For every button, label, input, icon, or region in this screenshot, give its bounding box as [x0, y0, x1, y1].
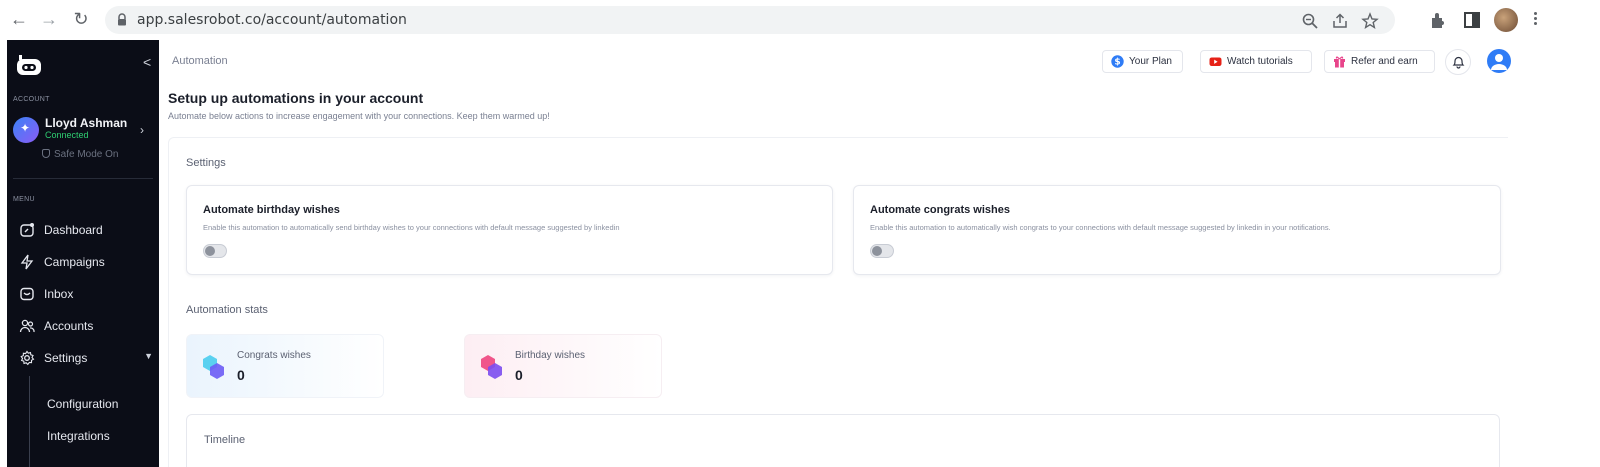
- account-section-label: ACCOUNT: [13, 96, 50, 103]
- user-icon: [1491, 54, 1507, 70]
- browser-menu-icon[interactable]: [1532, 10, 1538, 30]
- page-title: Setup up automations in your account: [168, 90, 424, 106]
- birthday-wishes-stat: Birthday wishes 0: [464, 334, 662, 398]
- extensions-icon[interactable]: [1428, 10, 1448, 30]
- timeline-card: Timeline: [186, 414, 1500, 467]
- submenu-guide-line: [29, 376, 30, 467]
- lock-icon: [118, 13, 126, 26]
- birthday-wishes-count: 0: [515, 367, 523, 383]
- account-status: Connected: [45, 130, 89, 140]
- watch-tutorials-button[interactable]: Watch tutorials: [1200, 50, 1312, 73]
- toggle-knob: [205, 246, 215, 256]
- birthday-card-description: Enable this automation to automatically …: [203, 223, 620, 232]
- sidebar-item-inbox[interactable]: Inbox: [19, 283, 155, 305]
- your-plan-button[interactable]: $ Your Plan: [1102, 50, 1183, 73]
- side-panel-icon[interactable]: [1462, 10, 1482, 30]
- users-icon: [19, 319, 35, 333]
- timeline-title: Timeline: [204, 434, 246, 446]
- bell-icon: [1452, 56, 1465, 69]
- main-content: Automation $ Your Plan Watch tutorials R…: [159, 40, 1511, 467]
- sidebar-item-label: Campaigns: [44, 255, 105, 269]
- notifications-button[interactable]: [1445, 49, 1471, 75]
- back-arrow-icon[interactable]: ←: [8, 8, 30, 30]
- user-profile-button[interactable]: [1487, 49, 1511, 73]
- congrats-wishes-count: 0: [237, 367, 245, 383]
- safe-mode-label: Safe Mode On: [54, 149, 119, 160]
- dollar-icon: $: [1111, 55, 1124, 68]
- youtube-icon: [1209, 57, 1222, 66]
- breadcrumb: Automation: [172, 55, 228, 67]
- forward-arrow-icon[interactable]: →: [38, 8, 60, 30]
- congrats-card-title: Automate congrats wishes: [870, 204, 1010, 216]
- account-name: Lloyd Ashman: [45, 116, 128, 130]
- browser-profile-avatar[interactable]: [1494, 8, 1518, 32]
- sidebar-item-label: Settings: [44, 351, 88, 365]
- sidebar-item-label: Accounts: [44, 319, 94, 333]
- watch-tutorials-label: Watch tutorials: [1227, 56, 1293, 67]
- sidebar-subitem-integrations[interactable]: Integrations: [47, 429, 110, 443]
- automation-stats-title: Automation stats: [186, 304, 268, 316]
- chevron-right-icon: ›: [140, 123, 144, 137]
- gift-icon: [1334, 56, 1345, 68]
- url-text: app.salesrobot.co/account/automation: [137, 12, 407, 28]
- inbox-icon: [20, 287, 34, 301]
- sidebar: < ACCOUNT Lloyd Ashman Connected › Safe …: [7, 40, 159, 467]
- account-switcher[interactable]: Lloyd Ashman Connected ›: [13, 115, 153, 147]
- chevron-down-icon: ▼: [144, 351, 153, 361]
- gear-icon: [20, 350, 35, 366]
- reload-icon[interactable]: ↻: [70, 8, 92, 30]
- sidebar-item-settings[interactable]: Settings ▼: [19, 347, 155, 369]
- birthday-wishes-toggle[interactable]: [203, 244, 227, 258]
- hexagon-blue-icon: [203, 355, 224, 379]
- hexagon-pink-icon: [481, 355, 502, 379]
- sidebar-item-accounts[interactable]: Accounts: [19, 315, 155, 337]
- refer-and-earn-label: Refer and earn: [1351, 56, 1418, 67]
- sidebar-item-dashboard[interactable]: Dashboard: [19, 219, 155, 241]
- address-bar[interactable]: app.salesrobot.co/account/automation: [105, 6, 1395, 34]
- account-avatar: [13, 117, 39, 143]
- lightning-icon: [20, 254, 34, 270]
- page-subtitle: Automate below actions to increase engag…: [168, 111, 550, 121]
- birthday-wishes-label: Birthday wishes: [515, 350, 586, 361]
- congrats-wishes-toggle[interactable]: [870, 244, 894, 258]
- sidebar-subitem-configuration[interactable]: Configuration: [47, 397, 118, 411]
- congrats-wishes-label: Congrats wishes: [237, 350, 311, 361]
- star-icon[interactable]: [1361, 12, 1379, 30]
- sidebar-divider: [13, 178, 153, 179]
- congrats-automation-card: Automate congrats wishes Enable this aut…: [853, 185, 1501, 275]
- shield-icon: [42, 149, 50, 158]
- settings-section-title: Settings: [186, 157, 226, 169]
- menu-section-label: MENU: [13, 196, 35, 203]
- congrats-card-description: Enable this automation to automatically …: [870, 223, 1331, 232]
- your-plan-label: Your Plan: [1129, 56, 1172, 67]
- zoom-icon[interactable]: [1301, 12, 1319, 30]
- svg-text:$: $: [1114, 58, 1120, 68]
- collapse-sidebar-icon[interactable]: <: [143, 54, 151, 70]
- toggle-knob: [872, 246, 882, 256]
- birthday-card-title: Automate birthday wishes: [203, 204, 340, 216]
- sidebar-item-label: Inbox: [44, 287, 74, 301]
- share-icon[interactable]: [1331, 12, 1349, 30]
- birthday-automation-card: Automate birthday wishes Enable this aut…: [186, 185, 833, 275]
- refer-and-earn-button[interactable]: Refer and earn: [1324, 50, 1435, 73]
- congrats-wishes-stat: Congrats wishes 0: [186, 334, 384, 398]
- sidebar-item-label: Dashboard: [44, 223, 103, 237]
- dashboard-icon: [20, 223, 34, 237]
- safe-mode-indicator: Safe Mode On: [42, 149, 118, 160]
- salesrobot-logo-icon: [17, 55, 41, 75]
- sidebar-item-campaigns[interactable]: Campaigns: [19, 251, 155, 273]
- browser-toolbar: ← → ↻ app.salesrobot.co/account/automati…: [0, 0, 1600, 40]
